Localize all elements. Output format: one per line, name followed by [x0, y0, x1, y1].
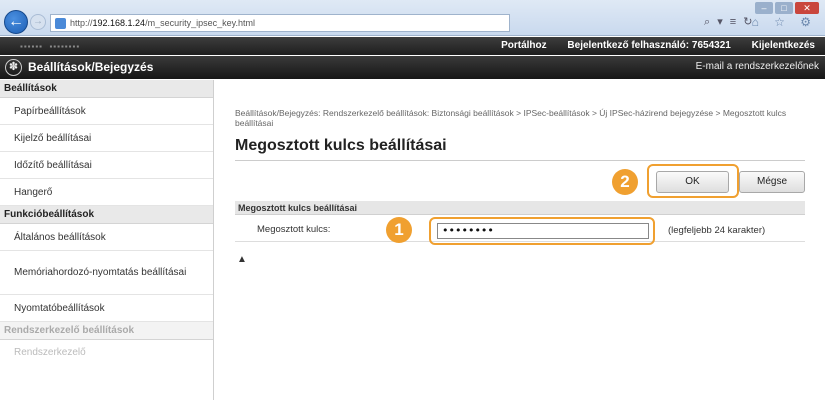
top-link-bar: ▪▪▪▪▪▪ ▪▪▪▪▪▪▪▪ Portálhoz Bejelentkező f… — [0, 37, 825, 55]
callout-badge-2: 2 — [612, 169, 638, 195]
back-to-top-icon[interactable]: ▲ — [237, 254, 247, 265]
page-title: Megosztott kulcs beállításai — [235, 137, 447, 154]
forward-arrow-icon[interactable]: → — [30, 14, 46, 30]
app-title: Beállítások/Bejegyzés — [28, 60, 154, 74]
sidebar: Beállítások Papírbeállítások Kijelző beá… — [0, 80, 214, 400]
sidebar-item-printer[interactable]: Nyomtatóbeállítások — [0, 295, 213, 322]
sidebar-item-display[interactable]: Kijelző beállításai — [0, 125, 213, 152]
sidebar-item-timer[interactable]: Időzítő beállításai — [0, 152, 213, 179]
settings-gear-icon: ✽ — [5, 59, 22, 76]
sidebar-item-volume[interactable]: Hangerő — [0, 179, 213, 206]
breadcrumb: Beállítások/Bejegyzés: Rendszerkezelő be… — [235, 108, 787, 128]
portal-link[interactable]: Portálhoz — [501, 40, 547, 51]
close-window-button[interactable]: ✕ — [795, 2, 819, 14]
shared-key-hint: (legfeljebb 24 karakter) — [668, 225, 766, 236]
sidebar-section-admin: Rendszerkezelő beállítások — [0, 322, 213, 340]
sidebar-item-general[interactable]: Általános beállítások — [0, 224, 213, 251]
browser-chrome: – □ ✕ ← → http://192.168.1.24/m_security… — [0, 0, 825, 36]
page-favicon-icon — [55, 18, 66, 29]
shared-key-label: Megosztott kulcs: — [257, 224, 331, 235]
sidebar-section-functions: Funkcióbeállítások — [0, 206, 213, 224]
sidebar-item-paper[interactable]: Papírbeállítások — [0, 98, 213, 125]
back-arrow-icon[interactable]: ← — [4, 10, 28, 34]
sidebar-section-settings: Beállítások — [0, 80, 213, 98]
callout-badge-1: 1 — [386, 217, 412, 243]
title-divider — [235, 160, 805, 161]
maximize-button[interactable]: □ — [775, 2, 793, 14]
address-bar[interactable]: http://192.168.1.24/m_security_ipsec_key… — [50, 14, 510, 32]
cancel-button[interactable]: Mégse — [739, 171, 805, 193]
address-url: http://192.168.1.24/m_security_ipsec_key… — [70, 18, 255, 28]
sidebar-item-admin[interactable]: Rendszerkezelő — [0, 340, 213, 364]
section-header: Megosztott kulcs beállításai — [235, 201, 805, 215]
sidebar-item-media-print[interactable]: Memóriahordozó-nyomtatás beállításai — [0, 251, 213, 295]
mail-admin-link[interactable]: E-mail a rendszerkezelőnek — [696, 61, 819, 72]
browser-toolbar-icons[interactable]: ⌂ ☆ ⚙ — [752, 15, 817, 29]
logout-link[interactable]: Kijelentkezés — [752, 40, 815, 51]
address-tools[interactable]: ⌕ ▾ ≡ ↻ — [704, 15, 755, 29]
ok-button[interactable]: OK — [656, 171, 729, 193]
app-title-bar: ✽ Beállítások/Bejegyzés E-mail a rendsze… — [0, 56, 825, 79]
blurred-device-name: ▪▪▪▪▪▪ ▪▪▪▪▪▪▪▪ — [20, 42, 81, 51]
login-user-label: Bejelentkező felhasználó: 7654321 — [567, 40, 731, 51]
shared-key-input[interactable]: •••••••• — [437, 223, 649, 239]
minimize-button[interactable]: – — [755, 2, 773, 14]
main-content: Beállítások/Bejegyzés: Rendszerkezelő be… — [215, 80, 825, 400]
window-controls: – □ ✕ — [755, 2, 819, 14]
